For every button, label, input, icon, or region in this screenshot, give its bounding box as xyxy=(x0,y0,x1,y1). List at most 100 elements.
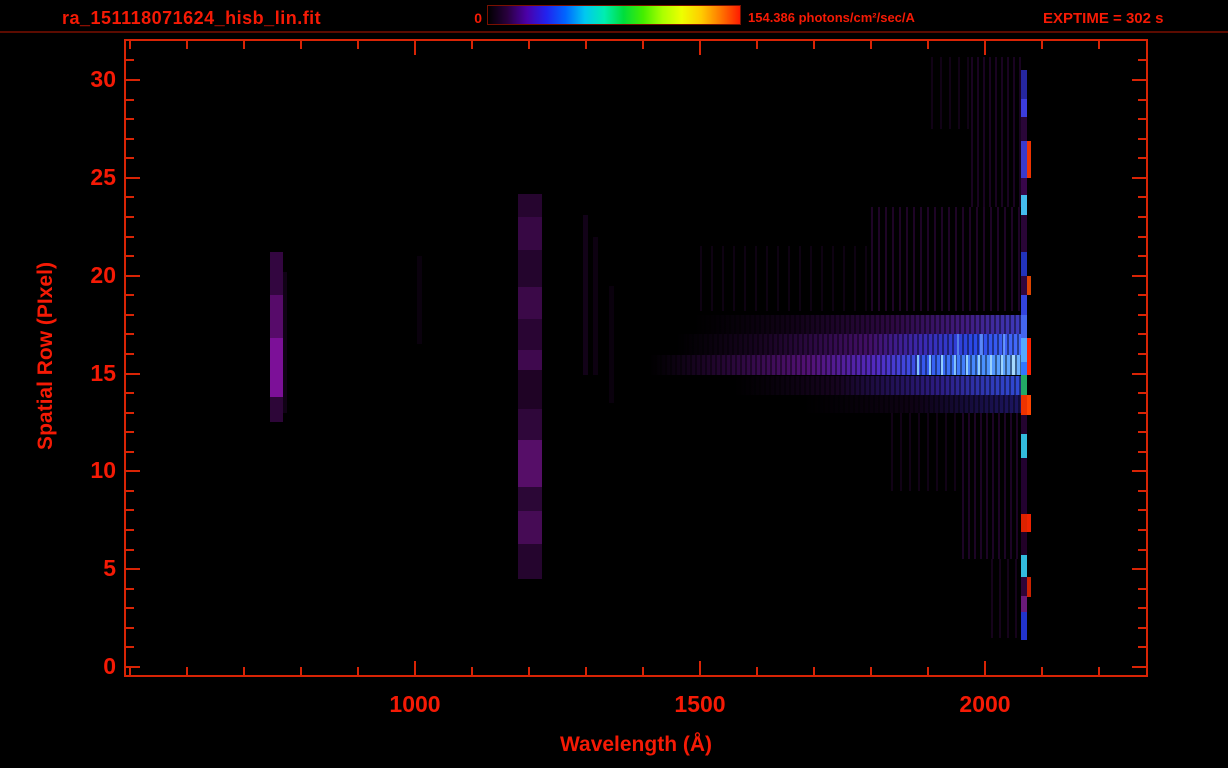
y-tick-right xyxy=(1138,548,1146,551)
continuum-band-row17 xyxy=(677,334,1026,355)
y-tick-right xyxy=(1138,137,1146,140)
y-tick-left xyxy=(126,352,134,355)
y-tick-right xyxy=(1138,196,1146,199)
x-tick-top xyxy=(471,41,473,49)
continuum-band-row16 xyxy=(649,354,1027,376)
y-tick-left xyxy=(126,431,134,434)
y-tick-left xyxy=(126,548,134,551)
x-tick-bottom xyxy=(870,667,872,675)
emission-blob-760-segment xyxy=(269,338,283,397)
y-tick-label: 20 xyxy=(90,261,116,288)
x-tick-bottom xyxy=(1041,667,1043,675)
scatter-fan-lower-inner xyxy=(962,412,1025,560)
y-tick-left xyxy=(126,79,140,82)
scatter-fan-upper-left xyxy=(700,246,871,311)
y-tick-left xyxy=(126,450,134,453)
y-tick-left xyxy=(126,118,134,121)
y-tick-right xyxy=(1132,176,1146,179)
y-tick-right xyxy=(1138,157,1146,160)
y-tick-left xyxy=(126,157,134,160)
x-tick-top xyxy=(300,41,302,49)
plot-area xyxy=(126,41,1146,675)
bright-column-line xyxy=(989,354,992,376)
faint-column-1345 xyxy=(608,285,615,403)
y-tick-left xyxy=(126,313,134,316)
y-tick-left xyxy=(126,176,140,179)
y-tick-left xyxy=(126,646,134,649)
y-tick-left xyxy=(126,509,134,512)
y-tick-right xyxy=(1138,646,1146,649)
x-tick-bottom xyxy=(243,667,245,675)
y-tick-left xyxy=(126,137,134,140)
x-tick-top xyxy=(699,41,701,55)
y-tick-left xyxy=(126,274,140,277)
y-tick-right xyxy=(1138,294,1146,297)
scatter-fan-upper-outer xyxy=(970,56,1025,208)
colorbar-max-label: 154.386 photons/cm²/sec/A xyxy=(748,10,915,25)
x-tick-bottom xyxy=(756,667,758,675)
bright-column-line xyxy=(1001,354,1004,376)
bright-column-line xyxy=(980,334,983,355)
continuum-band-row14 xyxy=(802,395,1027,413)
y-tick-right xyxy=(1138,587,1146,590)
faint-column-1005 xyxy=(416,256,422,345)
x-tick-top xyxy=(1098,41,1100,49)
y-tick-right xyxy=(1138,529,1146,532)
y-axis-title: Spatial Row (PIxel) xyxy=(34,262,57,450)
edge-red-accents-segment xyxy=(1027,394,1032,415)
y-tick-label: 5 xyxy=(103,555,116,582)
y-tick-left xyxy=(126,529,134,532)
exposure-time-label: EXPTIME = 302 s xyxy=(1043,10,1164,27)
y-tick-left xyxy=(126,98,134,101)
y-tick-right xyxy=(1138,450,1146,453)
y-tick-right xyxy=(1138,98,1146,101)
x-tick-top xyxy=(243,41,245,49)
x-tick-bottom xyxy=(813,667,815,675)
x-tick-label: 2000 xyxy=(959,691,1011,717)
y-tick-right xyxy=(1138,235,1146,238)
y-tick-left xyxy=(126,607,134,610)
y-tick-right xyxy=(1138,431,1146,434)
emission-blob-halo xyxy=(282,271,288,413)
x-tick-top xyxy=(870,41,872,49)
y-tick-label: 15 xyxy=(90,359,116,386)
bright-column-line xyxy=(941,354,944,376)
x-tick-bottom xyxy=(129,667,131,675)
bright-column-line xyxy=(916,354,919,376)
airglow-column-1200-segment xyxy=(518,487,542,511)
y-tick-right xyxy=(1138,333,1146,336)
x-tick-bottom xyxy=(642,667,644,675)
bright-column-line xyxy=(953,354,956,376)
airglow-column-1200-segment xyxy=(518,250,542,288)
y-tick-right xyxy=(1138,607,1146,610)
y-tick-left xyxy=(126,215,134,218)
bright-column-line xyxy=(929,354,932,376)
y-tick-right xyxy=(1138,411,1146,414)
y-tick-right xyxy=(1138,509,1146,512)
x-axis-title: Wavelength (Å) xyxy=(559,733,713,756)
edge-red-accents-segment xyxy=(1027,576,1032,597)
x-tick-bottom xyxy=(585,667,587,675)
x-tick-bottom xyxy=(357,667,359,675)
bright-column-line xyxy=(978,354,981,376)
airglow-column-1200-segment xyxy=(518,193,542,217)
x-tick-top xyxy=(528,41,530,49)
emission-blob-760-segment xyxy=(269,295,283,339)
y-tick-left xyxy=(126,489,134,492)
x-tick-top xyxy=(642,41,644,49)
x-tick-bottom xyxy=(300,667,302,675)
x-tick-top xyxy=(813,41,815,49)
header-divider-line xyxy=(0,31,1228,33)
x-tick-top xyxy=(186,41,188,49)
spectrogram-viewer-window: ra_151118071624_hisb_lin.fit 0 154.386 p… xyxy=(0,0,1228,768)
bright-column-line xyxy=(1012,354,1015,376)
continuum-band-row15 xyxy=(734,375,1026,396)
scatter-fan-lower-left xyxy=(890,412,963,491)
y-tick-right xyxy=(1138,313,1146,316)
airglow-column-1200-segment xyxy=(518,318,542,350)
y-tick-right xyxy=(1138,215,1146,218)
x-tick-label: 1500 xyxy=(674,691,726,717)
x-tick-bottom xyxy=(927,667,929,675)
x-tick-bottom xyxy=(1098,667,1100,675)
y-tick-right xyxy=(1138,59,1146,62)
